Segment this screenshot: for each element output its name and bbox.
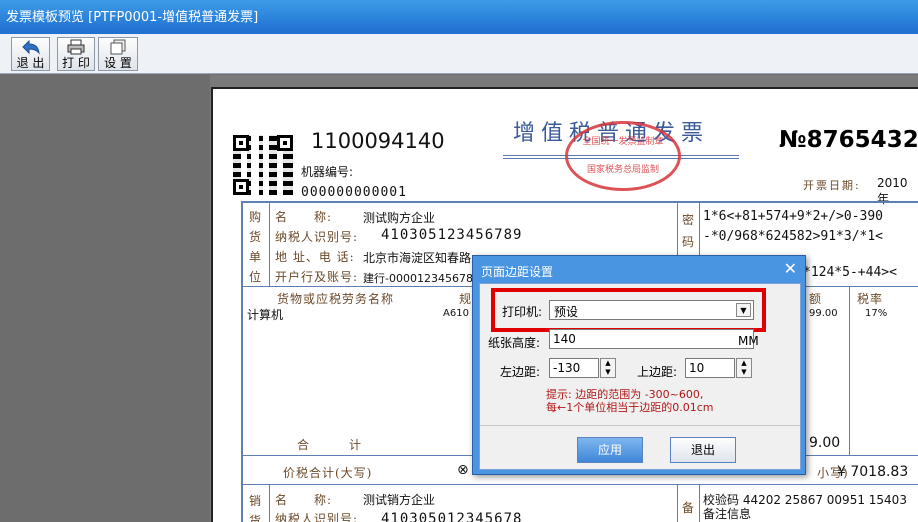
invoice-code: 1100094140 bbox=[311, 129, 445, 153]
paper-height-unit: MM bbox=[738, 334, 759, 348]
back-arrow-icon bbox=[12, 39, 49, 56]
paper-height-label: 纸张高度: bbox=[488, 336, 541, 350]
left-margin-stepper[interactable]: ▲ ▼ bbox=[600, 358, 616, 378]
print-button[interactable]: 打 印 bbox=[57, 37, 95, 71]
item-amount: 99.00 bbox=[809, 308, 838, 319]
item-name: 计算机 bbox=[247, 308, 284, 322]
buyer-bank: 建行-0000123456789 bbox=[363, 272, 480, 285]
invoice-serial-number: №87654321 bbox=[779, 127, 918, 153]
top-margin-stepper[interactable]: ▲ ▼ bbox=[736, 358, 752, 378]
seller-tax-id: 410305012345678 bbox=[381, 511, 523, 522]
exit-button[interactable]: 退 出 bbox=[11, 37, 50, 71]
page-margin-dialog: 页面边距设置 ✕ 打印机: 预设 ▼ 纸张高度: 140 MM 左边距: -13… bbox=[472, 255, 806, 475]
printer-select-value: 预设 bbox=[554, 305, 579, 319]
total-label: 合 计 bbox=[297, 438, 363, 452]
settings-button[interactable]: 设 置 bbox=[98, 37, 138, 71]
close-icon[interactable]: ✕ bbox=[784, 259, 797, 278]
buyer-tax-id-label: 纳税人识别号: bbox=[275, 230, 359, 244]
window-title: 发票模板预览 [PTFP0001-增值税普通发票] bbox=[6, 10, 259, 25]
remark-info: 备注信息 bbox=[703, 507, 752, 521]
workspace-margin bbox=[0, 75, 210, 522]
seller-tax-id-label: 纳税人识别号: bbox=[275, 512, 359, 522]
machine-number: 000000000001 bbox=[301, 185, 407, 200]
printer-select[interactable]: 预设 ▼ bbox=[549, 300, 754, 320]
apply-button[interactable]: 应用 bbox=[577, 437, 643, 463]
dialog-title: 页面边距设置 bbox=[481, 265, 554, 279]
cipher-label: 密码 bbox=[682, 213, 696, 249]
spec-header: 规 bbox=[459, 292, 473, 306]
qr-code bbox=[233, 135, 293, 195]
buyer-name: 测试购方企业 bbox=[363, 211, 436, 225]
settings-pages-icon bbox=[99, 39, 137, 56]
margin-hint: 提示: 边距的范围为 -300~600, 每←1个单位相当于边距的0.01cm bbox=[546, 388, 714, 414]
printer-label: 打印机: bbox=[502, 305, 543, 319]
cipher-line-3: *124*5-+44>< bbox=[803, 265, 897, 280]
seller-name-label: 名 称: bbox=[275, 493, 333, 507]
toolbar: 退 出 打 印 设 置 bbox=[0, 34, 918, 74]
issue-date-label: 开票日期: bbox=[803, 179, 861, 192]
buyer-tax-id: 410305123456789 bbox=[381, 227, 523, 243]
buyer-side-label: 购货单位 bbox=[249, 210, 263, 284]
dialog-separator bbox=[480, 425, 800, 426]
total-small: ¥ 7018.83 bbox=[837, 464, 909, 480]
item-spec: A610 bbox=[443, 308, 469, 319]
seller-side-label: 销货 bbox=[249, 494, 263, 522]
chevron-down-icon[interactable]: ▼ bbox=[736, 303, 751, 317]
cipher-line-1: 1*6<+81+574+9*2+/>0-390 bbox=[703, 209, 884, 224]
cipher-line-2: -*0/968*624582>91*3/*1< bbox=[703, 229, 884, 244]
total-in-words-label: 价税合计(大写) bbox=[283, 466, 373, 480]
top-margin-label: 上边距: bbox=[637, 365, 678, 379]
circle-x-icon: ⊗ bbox=[457, 462, 469, 478]
rate-header: 税率 bbox=[857, 292, 884, 306]
paper-height-input[interactable]: 140 bbox=[549, 329, 754, 349]
buyer-address-label: 地 址、电 话: bbox=[275, 250, 355, 264]
machine-number-label: 机器编号: bbox=[301, 165, 354, 179]
official-seal: 全国统一发票监制章 国家税务总局监制 bbox=[565, 121, 681, 191]
dialog-body: 打印机: 预设 ▼ 纸张高度: 140 MM 左边距: -130 ▲ ▼ 上边距:… bbox=[479, 283, 801, 470]
top-margin-input[interactable]: 10 bbox=[685, 358, 735, 378]
left-margin-label: 左边距: bbox=[500, 365, 541, 379]
amount-header: 额 bbox=[809, 292, 823, 306]
seller-name: 测试销方企业 bbox=[363, 493, 436, 507]
goods-header: 货物或应税劳务名称 bbox=[277, 292, 395, 306]
window-title-bar: 发票模板预览 [PTFP0001-增值税普通发票] bbox=[0, 0, 918, 34]
item-rate: 17% bbox=[865, 308, 888, 319]
left-margin-input[interactable]: -130 bbox=[549, 358, 599, 378]
buyer-address: 北京市海淀区知春路 bbox=[363, 251, 472, 265]
total-amount: 9.00 bbox=[809, 435, 841, 451]
remark-label: 备 bbox=[682, 501, 696, 515]
buyer-name-label: 名 称: bbox=[275, 210, 333, 224]
buyer-bank-label: 开户行及账号: bbox=[275, 270, 359, 284]
printer-icon bbox=[58, 39, 94, 56]
dialog-exit-button[interactable]: 退出 bbox=[670, 437, 736, 463]
